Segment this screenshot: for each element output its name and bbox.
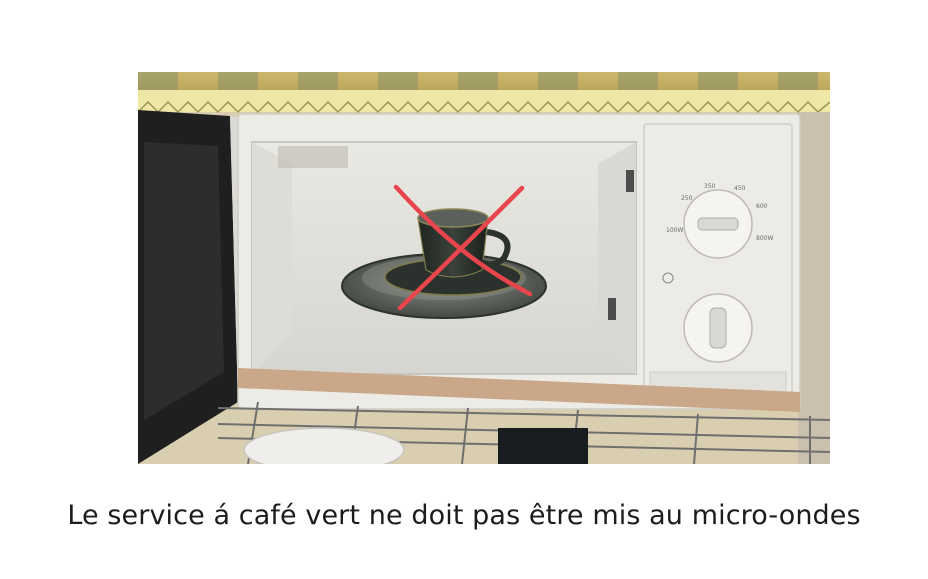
side-wall: [798, 112, 830, 464]
svg-text:250: 250: [681, 195, 693, 202]
svg-text:450: 450: [734, 185, 746, 192]
svg-text:100W: 100W: [666, 227, 683, 234]
svg-text:800W: 800W: [756, 235, 773, 242]
microwave-photo: 800W 600 450 350 250 100W: [138, 72, 830, 464]
svg-text:600: 600: [756, 203, 768, 210]
lace-trim: [138, 90, 830, 114]
svg-text:350: 350: [704, 183, 716, 190]
control-panel: 800W 600 450 350 250 100W: [643, 123, 793, 405]
caption-text: Le service á café vert ne doit pas être …: [67, 500, 861, 531]
dark-object-below: [498, 428, 588, 464]
